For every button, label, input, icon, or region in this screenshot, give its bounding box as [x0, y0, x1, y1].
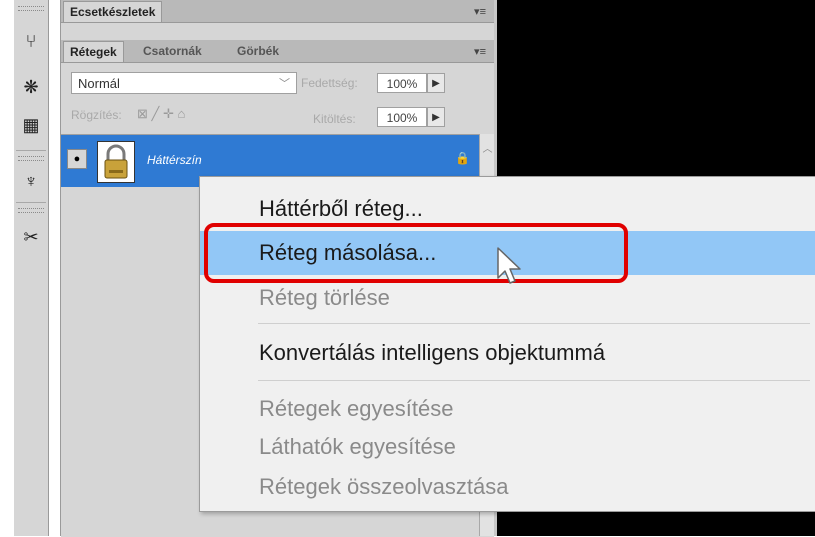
- lock-icon: 🔒: [455, 151, 470, 165]
- eye-icon[interactable]: ●: [67, 149, 87, 169]
- tab-curves[interactable]: Görbék: [231, 41, 285, 61]
- lock-label: Rögzítés:: [71, 108, 122, 122]
- mouse-cursor-icon: [497, 247, 521, 284]
- menu-separator: [258, 380, 810, 381]
- divider: [16, 202, 46, 203]
- grip-handle[interactable]: [18, 208, 44, 213]
- scroll-up-icon[interactable]: ︿: [481, 140, 494, 155]
- padlock-thumbnail: [98, 142, 134, 182]
- tool-strip: ⑂ ❋ ▦ ♆ ✂: [14, 0, 49, 536]
- menu-item-convert-smart-object[interactable]: Konvertálás intelligens objektummá: [200, 331, 815, 375]
- tab-brush-presets[interactable]: Ecsetkészletek: [63, 1, 163, 22]
- panel-tabbar: Rétegek Csatornák Görbék ▾≡: [61, 40, 494, 63]
- swatches-icon[interactable]: ▦: [18, 112, 44, 138]
- fill-input[interactable]: 100%: [377, 107, 427, 127]
- annotation-highlight: [204, 223, 628, 283]
- blend-mode-select[interactable]: Normál ﹀: [71, 72, 297, 94]
- panel-top-tabbar: Ecsetkészletek ▾≡: [61, 0, 494, 23]
- menu-item-merge-visible[interactable]: Láthatók egyesítése: [200, 425, 815, 469]
- opacity-label: Fedettség:: [301, 76, 358, 90]
- fill-arrow-button[interactable]: ▶: [427, 107, 445, 127]
- menu-item-flatten-image[interactable]: Rétegek összeolvasztása: [200, 465, 815, 509]
- layer-name[interactable]: Háttérszín: [147, 153, 202, 167]
- grip-handle[interactable]: [18, 6, 44, 11]
- tab-channels[interactable]: Csatornák: [137, 41, 208, 61]
- opacity-arrow-button[interactable]: ▶: [427, 73, 445, 93]
- opacity-input[interactable]: 100%: [377, 73, 427, 93]
- divider: [16, 150, 46, 151]
- menu-separator: [258, 323, 810, 324]
- panel-menu-icon[interactable]: ▾≡: [474, 45, 486, 58]
- history-icon[interactable]: ⑂: [18, 28, 44, 54]
- fill-label: Kitöltés:: [313, 112, 356, 126]
- layer-thumbnail[interactable]: [97, 141, 135, 183]
- chevron-down-icon: ﹀: [279, 78, 290, 90]
- lock-icons[interactable]: ⊠ ╱ ✛ ⌂: [137, 106, 185, 122]
- navigator-icon[interactable]: ❋: [18, 74, 44, 100]
- blend-mode-value: Normál: [78, 76, 120, 91]
- grip-handle[interactable]: [18, 156, 44, 161]
- panel-menu-icon[interactable]: ▾≡: [474, 5, 486, 18]
- tab-layers[interactable]: Rétegek: [63, 41, 124, 62]
- tools-icon[interactable]: ✂: [18, 224, 44, 250]
- brush-icon[interactable]: ♆: [18, 168, 44, 194]
